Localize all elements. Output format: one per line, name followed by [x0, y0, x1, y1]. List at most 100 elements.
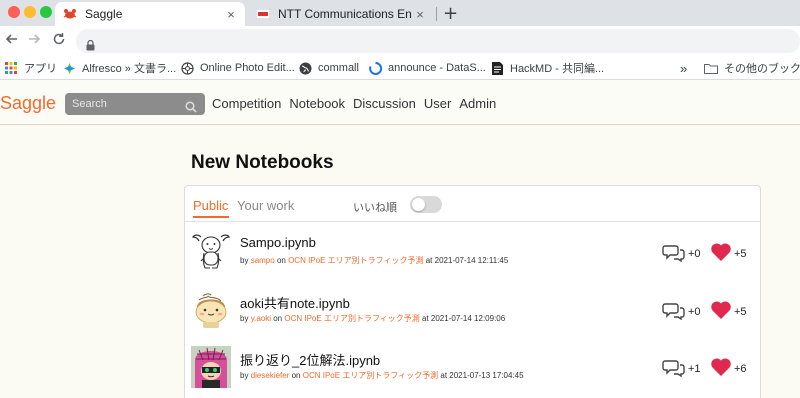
browser-toolbar: [0, 26, 800, 56]
bookmark-label: commall: [318, 62, 359, 74]
close-tab-icon[interactable]: ×: [412, 7, 428, 22]
site-logo[interactable]: Saggle: [0, 93, 56, 114]
bookmark-commall[interactable]: commall: [298, 60, 359, 76]
page-title: New Notebooks: [191, 152, 334, 173]
competition-link[interactable]: OCN IPoE エリア別トラフィック予測: [284, 314, 419, 323]
comment-count: +1: [688, 363, 701, 375]
comment-icon[interactable]: [662, 244, 686, 266]
heart-icon[interactable]: [710, 357, 732, 381]
toggle-knob: [412, 198, 425, 211]
bookmarks-overflow-button[interactable]: »: [680, 60, 687, 76]
nav-discussion[interactable]: Discussion: [353, 96, 416, 111]
bookmark-other[interactable]: その他のブックマー: [704, 60, 800, 76]
back-button[interactable]: [2, 31, 22, 51]
comment-count: +0: [688, 248, 701, 260]
minimize-window-button[interactable]: [24, 6, 36, 18]
goat-avatar[interactable]: [191, 231, 231, 273]
tab-title: Saggle: [85, 7, 123, 21]
meta-by: by: [240, 314, 249, 323]
tab-separator: [436, 7, 437, 21]
lock-icon: [86, 36, 95, 55]
close-tab-icon[interactable]: ×: [223, 7, 239, 22]
nav-competition[interactable]: Competition: [212, 96, 281, 111]
competition-link[interactable]: OCN IPoE エリア別トラフィック予測: [288, 256, 423, 265]
meta-on: on: [273, 314, 283, 323]
nav-notebook[interactable]: Notebook: [289, 96, 345, 111]
notebook-stats: +0 +5: [662, 242, 752, 264]
forward-button[interactable]: [24, 31, 44, 51]
notebook-timestamp: at 2021-07-13 17:04:45: [440, 371, 524, 380]
datasphere-icon: [368, 61, 382, 75]
main-nav: Competition Notebook Discussion User Adm…: [212, 96, 504, 111]
folder-icon: [704, 61, 718, 75]
meta-by: by: [240, 256, 249, 265]
sort-by-likes-toggle[interactable]: [410, 196, 442, 213]
meta-on: on: [291, 371, 301, 380]
bookmark-announce[interactable]: announce - DataS...: [368, 60, 486, 76]
sort-by-likes-label: いいね順: [353, 201, 397, 214]
meta-by: by: [240, 371, 249, 380]
notebook-stats: +0 +5: [662, 300, 752, 322]
nav-admin[interactable]: Admin: [459, 96, 496, 111]
comment-icon[interactable]: [662, 302, 686, 324]
aperture-icon: [180, 61, 194, 75]
notebook-meta: by sampo on OCN IPoE エリア別トラフィック予測 at 202…: [240, 255, 508, 266]
maximize-window-button[interactable]: [40, 6, 52, 18]
bookmark-label: HackMD - 共同編...: [510, 63, 605, 75]
bookmark-label: その他のブックマー: [724, 63, 800, 75]
browser-tab-saggle[interactable]: Saggle ×: [55, 2, 245, 26]
bookmark-photo-editor[interactable]: Online Photo Edit...: [180, 60, 295, 76]
divider: [185, 221, 760, 222]
like-count: +5: [734, 248, 747, 260]
apps-grid-icon: [4, 61, 18, 75]
competition-link[interactable]: OCN IPoE エリア別トラフィック予測: [303, 371, 438, 380]
browser-tab-ntt[interactable]: NTT Communications Engineer ×: [248, 2, 434, 26]
author-link[interactable]: y.aoki: [251, 314, 271, 323]
notebook-meta: by y.aoki on OCN IPoE エリア別トラフィック予測 at 20…: [240, 313, 505, 324]
tab-your-work[interactable]: Your work: [237, 198, 294, 213]
hackmd-icon: [490, 61, 504, 75]
squid-character-avatar[interactable]: [191, 346, 231, 388]
reload-icon: [53, 33, 65, 45]
notebook-stats: +1 +6: [662, 357, 752, 379]
notebook-row[interactable]: Sampo.ipynb by sampo on OCN IPoE エリア別トラフ…: [185, 231, 760, 289]
alfresco-icon: [62, 61, 76, 75]
like-count: +5: [734, 306, 747, 318]
bookmark-label: Online Photo Edit...: [200, 62, 295, 74]
bookmark-alfresco[interactable]: Alfresco » 文書ラ...: [62, 60, 176, 76]
heart-icon[interactable]: [710, 242, 732, 266]
forward-arrow-icon: [29, 34, 41, 44]
notebook-timestamp: at 2021-07-14 12:09:06: [422, 314, 506, 323]
tab-public[interactable]: Public: [193, 198, 228, 213]
back-arrow-icon: [5, 34, 17, 44]
bookmark-apps[interactable]: アプリ: [4, 60, 57, 76]
search-box: [65, 93, 205, 115]
author-link[interactable]: sampo: [251, 256, 275, 265]
bookmark-label: Alfresco » 文書ラ...: [82, 63, 177, 75]
notebook-title[interactable]: 振り返り_2位解法.ipynb: [240, 350, 380, 369]
comment-icon[interactable]: [662, 359, 686, 381]
bookmark-hackmd[interactable]: HackMD - 共同編...: [490, 60, 604, 76]
search-input[interactable]: [65, 93, 205, 115]
new-tab-button[interactable]: +: [443, 3, 458, 24]
notebook-meta: by diesekiefer on OCN IPoE エリア別トラフィック予測 …: [240, 370, 524, 381]
like-count: +6: [734, 363, 747, 375]
notebook-title[interactable]: aoki共有note.ipynb: [240, 293, 350, 312]
crab-icon: [63, 7, 77, 21]
address-bar[interactable]: [76, 29, 800, 53]
notebooks-card: Public Your work いいね順 Sampo.ipynb by sam…: [184, 185, 761, 398]
ntt-favicon-icon: [256, 7, 270, 21]
site-header: Saggle Competition Notebook Discussion U…: [0, 81, 800, 125]
author-link[interactable]: diesekiefer: [251, 371, 290, 380]
nav-user[interactable]: User: [424, 96, 451, 111]
notebook-row[interactable]: 振り返り_2位解法.ipynb by diesekiefer on OCN IP…: [185, 346, 760, 398]
search-icon[interactable]: [185, 98, 197, 117]
notebook-title[interactable]: Sampo.ipynb: [240, 235, 316, 250]
notebook-row[interactable]: aoki共有note.ipynb by y.aoki on OCN IPoE エ…: [185, 289, 760, 347]
bookmark-label: アプリ: [24, 63, 57, 75]
bun-character-avatar[interactable]: [191, 289, 231, 331]
reload-button[interactable]: [49, 31, 69, 51]
comment-count: +0: [688, 306, 701, 318]
close-window-button[interactable]: [8, 6, 20, 18]
heart-icon[interactable]: [710, 300, 732, 324]
